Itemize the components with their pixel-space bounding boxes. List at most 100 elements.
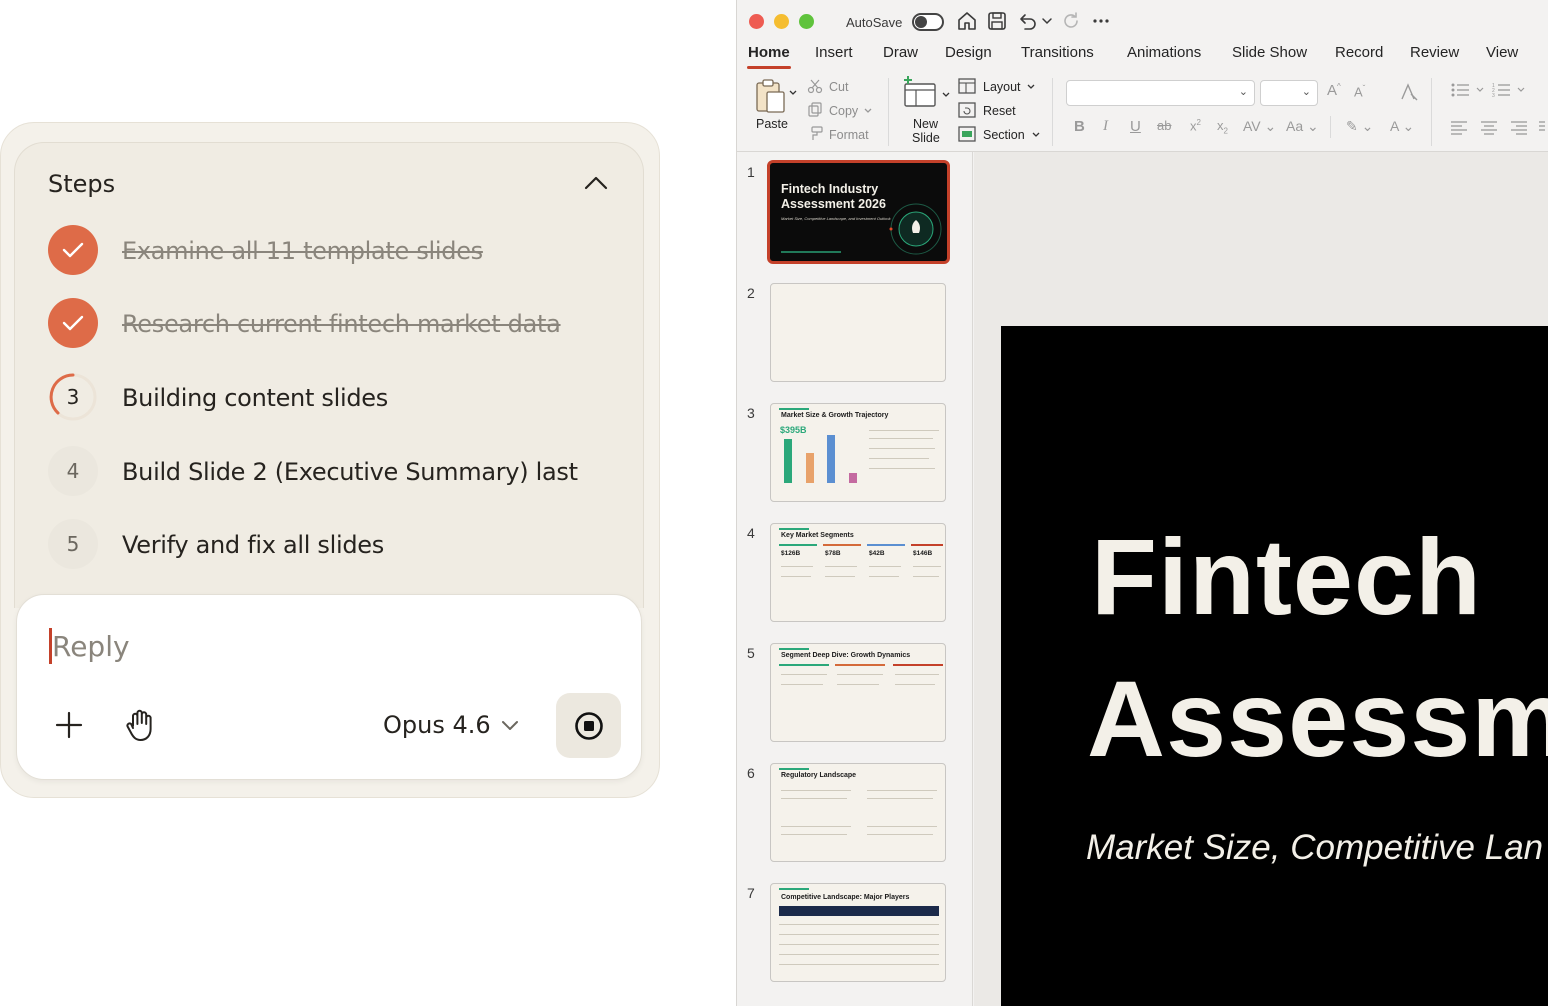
step-number: 5 (48, 519, 98, 569)
main-slide[interactable]: Fintech Assessm Market Size, Competitive… (1001, 326, 1548, 1006)
slide-subtitle[interactable]: Market Size, Competitive Lan (1086, 828, 1543, 868)
tab-insert[interactable]: Insert (815, 44, 853, 61)
cut-label[interactable]: Cut (829, 80, 848, 94)
hand-icon[interactable] (122, 706, 158, 744)
home-icon[interactable] (956, 10, 978, 32)
thumb-text-line (867, 826, 937, 827)
chevron-up-icon[interactable] (583, 172, 609, 194)
change-case-icon[interactable]: Aa ⌄ (1286, 118, 1319, 135)
tab-animations[interactable]: Animations (1127, 44, 1201, 61)
tab-transitions[interactable]: Transitions (1021, 44, 1094, 61)
slide-thumbnail-4[interactable]: Key Market Segments $126B $78B $42B $146… (770, 523, 946, 622)
thumb-text-line (781, 790, 851, 791)
chevron-down-icon[interactable] (1026, 82, 1036, 92)
scissors-icon[interactable] (807, 78, 823, 94)
slide-thumbnail-1[interactable]: Fintech Industry Assessment 2026 Market … (767, 160, 950, 264)
tab-view[interactable]: View (1486, 44, 1518, 61)
grow-font-icon[interactable]: A^ (1327, 82, 1341, 99)
step-item-4: 4 Build Slide 2 (Executive Summary) last (48, 446, 628, 496)
tab-home[interactable]: Home (748, 44, 790, 61)
close-window-button[interactable] (749, 14, 764, 29)
autosave-toggle[interactable] (912, 13, 944, 31)
reset-icon[interactable] (958, 102, 976, 118)
copy-icon[interactable] (807, 102, 823, 118)
tab-draw[interactable]: Draw (883, 44, 918, 61)
svg-text:3: 3 (1492, 93, 1495, 98)
tab-design[interactable]: Design (945, 44, 992, 61)
model-selector[interactable]: Opus 4.6 (383, 708, 519, 742)
new-slide-label[interactable]: New (913, 117, 938, 131)
reset-label[interactable]: Reset (983, 104, 1016, 118)
thumb-text-line (781, 834, 847, 835)
plus-icon[interactable] (52, 708, 86, 742)
font-family-select[interactable]: ⌄ (1066, 80, 1255, 106)
shrink-font-icon[interactable]: Aˇ (1354, 84, 1365, 99)
redo-icon[interactable] (1060, 10, 1082, 32)
thumb-title: Market Size & Growth Trajectory (781, 412, 889, 419)
superscript-icon[interactable]: x2 (1190, 118, 1201, 133)
paste-icon[interactable] (753, 78, 787, 114)
step-item-2: Research current fintech market data (48, 298, 628, 348)
format-painter-icon[interactable] (807, 126, 823, 142)
thumb-title: Regulatory Landscape (781, 772, 857, 779)
slide-title[interactable]: Assessm (1087, 656, 1548, 781)
thumb-text-line (913, 576, 939, 577)
chevron-down-icon[interactable] (863, 106, 873, 116)
slide-thumbnail-5[interactable]: Segment Deep Dive: Growth Dynamics (770, 643, 946, 742)
layout-icon[interactable] (958, 78, 976, 94)
maximize-window-button[interactable] (799, 14, 814, 29)
slide-thumbnail-7[interactable]: Competitive Landscape: Major Players (770, 883, 946, 982)
undo-icon[interactable] (1016, 10, 1038, 32)
chevron-down-icon[interactable] (1031, 130, 1041, 140)
thumb-accent-line (779, 544, 817, 546)
thumb-accent-line (893, 664, 943, 666)
section-icon[interactable] (958, 126, 976, 142)
character-spacing-icon[interactable]: AV ⌄ (1243, 118, 1276, 135)
strikethrough-icon[interactable]: ab (1157, 118, 1171, 133)
section-label[interactable]: Section (983, 128, 1025, 142)
paste-label[interactable]: Paste (756, 117, 788, 131)
thumb-accent-line (779, 888, 809, 890)
step-item-1: Examine all 11 template slides (48, 225, 628, 275)
new-slide-label[interactable]: Slide (912, 131, 940, 145)
minimize-window-button[interactable] (774, 14, 789, 29)
ribbon-divider (888, 78, 889, 146)
subscript-icon[interactable]: x2 (1217, 118, 1228, 136)
format-label[interactable]: Format (829, 128, 869, 142)
font-color-icon[interactable]: A ⌄ (1390, 118, 1414, 135)
tab-slide-show[interactable]: Slide Show (1232, 44, 1307, 61)
autosave-label: AutoSave (846, 15, 903, 30)
ribbon: Paste Cut Copy Format New Slide Layout R… (737, 70, 1548, 152)
stop-button[interactable] (556, 693, 621, 758)
slide-thumbnail-3[interactable]: Market Size & Growth Trajectory $395B (770, 403, 946, 502)
tab-record[interactable]: Record (1335, 44, 1383, 61)
tab-review[interactable]: Review (1410, 44, 1459, 61)
slide-thumbnail-2[interactable] (770, 283, 946, 382)
save-icon[interactable] (986, 10, 1008, 32)
more-icon[interactable] (1090, 10, 1112, 32)
text-align-icons[interactable] (1451, 120, 1545, 136)
slide-thumbnail-6[interactable]: Regulatory Landscape (770, 763, 946, 862)
numbered-list-icon[interactable]: 123 (1492, 82, 1528, 98)
ribbon-divider (1431, 78, 1432, 146)
thumb-text-line (867, 798, 933, 799)
chevron-down-icon[interactable] (1040, 10, 1054, 32)
slide-title[interactable]: Fintech (1091, 514, 1482, 639)
layout-label[interactable]: Layout (983, 80, 1021, 94)
new-slide-icon[interactable] (902, 76, 938, 110)
chevron-down-icon[interactable] (941, 90, 951, 100)
copy-label[interactable]: Copy (829, 104, 858, 118)
thumb-accent-line (823, 544, 861, 546)
reply-input[interactable] (52, 626, 592, 666)
chevron-down-icon[interactable] (788, 88, 798, 98)
font-size-select[interactable]: ⌄ (1260, 80, 1318, 106)
bullet-list-icon[interactable] (1451, 82, 1487, 98)
underline-icon[interactable]: U (1130, 118, 1141, 135)
thumb-accent-line (781, 251, 841, 253)
step-progress-ring-icon: 3 (48, 372, 98, 422)
highlight-icon[interactable]: ✎ ⌄ (1346, 118, 1373, 135)
clear-formatting-icon[interactable] (1399, 82, 1419, 102)
bold-icon[interactable]: B (1074, 118, 1085, 135)
italic-icon[interactable]: I (1103, 118, 1108, 135)
active-tab-indicator (747, 66, 791, 69)
